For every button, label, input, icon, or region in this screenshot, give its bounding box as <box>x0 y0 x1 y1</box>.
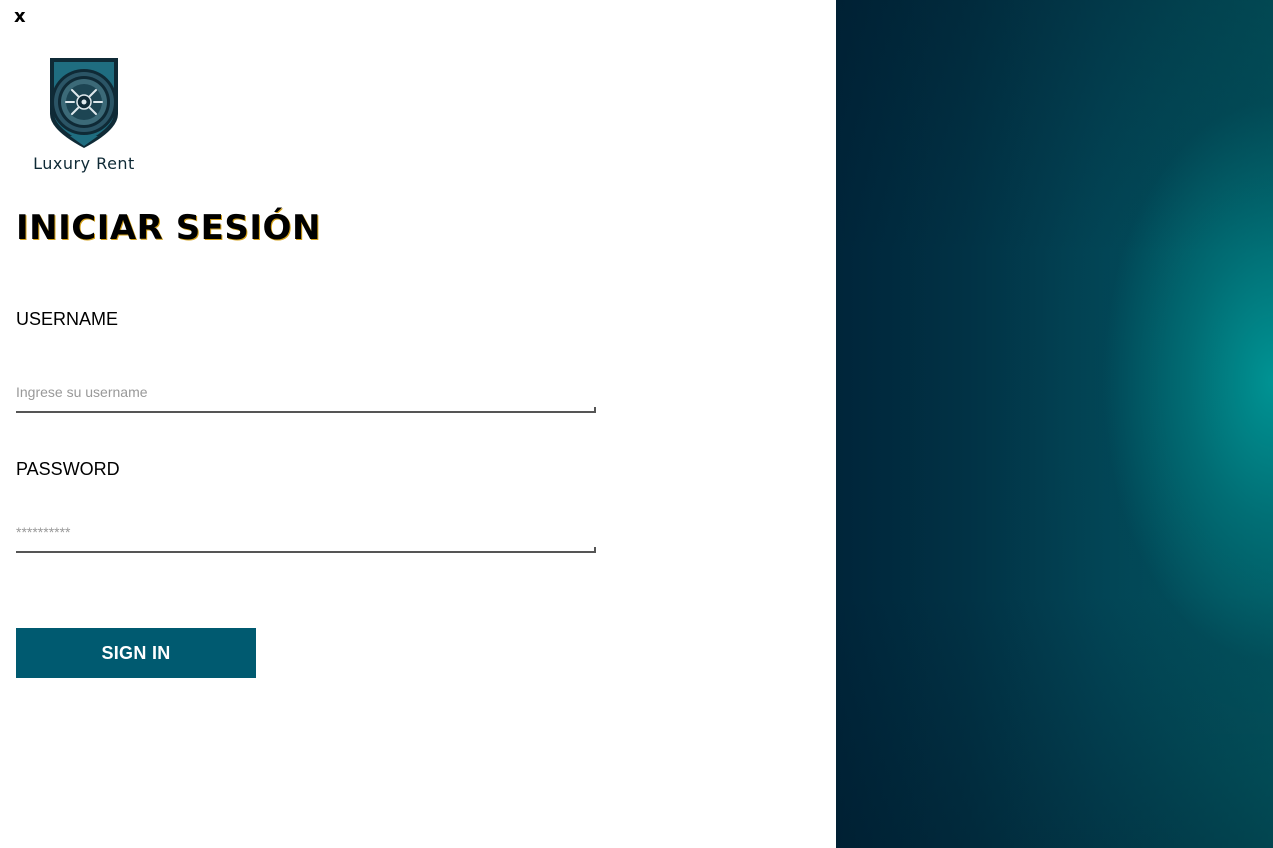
close-button[interactable]: x <box>14 6 26 28</box>
brand-name: Luxury Rent <box>33 154 135 173</box>
brand-logo: Luxury Rent <box>16 56 152 178</box>
username-input[interactable] <box>16 373 596 413</box>
password-input-resize-mark <box>594 547 596 553</box>
sign-in-button[interactable]: SIGN IN <box>16 628 256 678</box>
shield-wheel-icon <box>50 58 118 148</box>
username-input-resize-mark <box>594 407 596 413</box>
login-panel: x Luxury Rent INICIAR SESIÓN USERNAME In… <box>0 0 836 848</box>
username-label: USERNAME <box>16 309 119 329</box>
password-label: PASSWORD <box>16 459 120 479</box>
decorative-gradient-panel <box>836 0 1273 848</box>
login-page: x Luxury Rent INICIAR SESIÓN USERNAME In… <box>0 0 1273 848</box>
page-title: INICIAR SESIÓN <box>16 208 321 248</box>
password-input[interactable] <box>16 513 596 553</box>
